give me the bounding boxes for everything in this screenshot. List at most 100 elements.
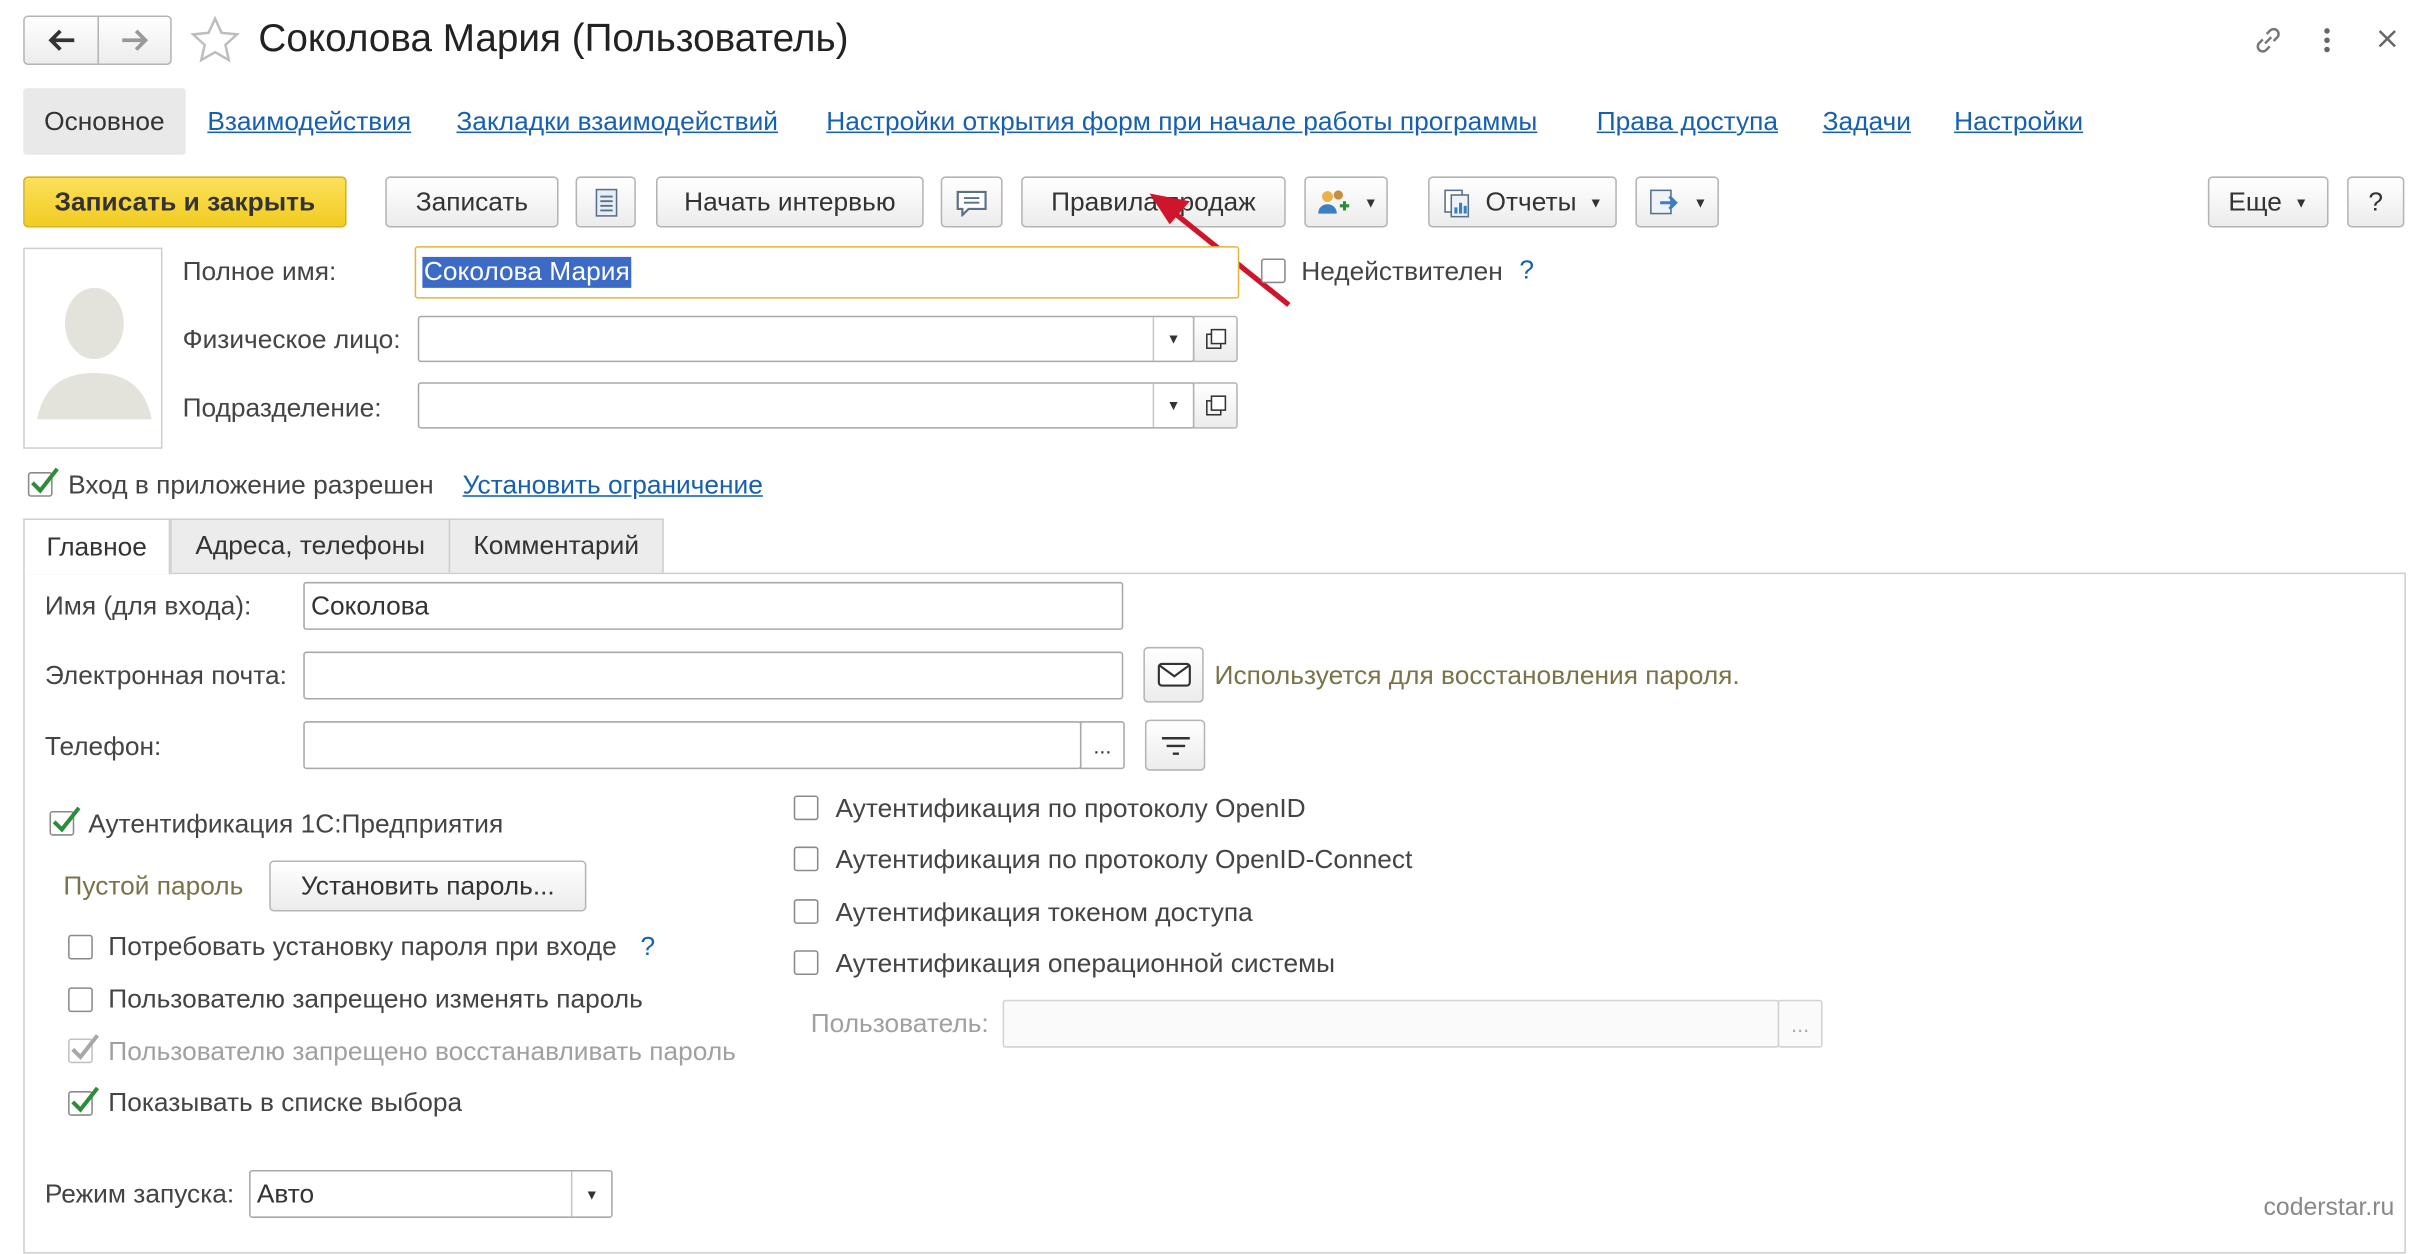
auth-token-label: Аутентификация токеном доступа — [835, 897, 1253, 928]
department-open-button[interactable] — [1192, 382, 1238, 429]
login-allowed-label: Вход в приложение разрешен — [68, 470, 434, 500]
auth-openid-checkbox[interactable] — [793, 795, 819, 821]
person-field[interactable]: ▼ — [417, 315, 1195, 363]
back-button[interactable] — [23, 15, 100, 65]
os-user-ellipsis: ... — [1791, 1011, 1810, 1037]
check-icon — [71, 1034, 100, 1061]
tab-interactions[interactable]: Взаимодействия — [207, 107, 411, 138]
save-button[interactable]: Записать — [385, 176, 559, 228]
auth-openid-connect-checkbox[interactable] — [793, 846, 819, 872]
person-open-button[interactable] — [1192, 315, 1238, 363]
auth-openid-label: Аутентификация по протоколу OpenID — [835, 793, 1306, 824]
inactive-label: Недействителен — [1301, 256, 1503, 287]
save-and-close-button[interactable]: Записать и закрыть — [23, 176, 347, 228]
check-icon — [52, 806, 81, 833]
department-field[interactable]: ▼ — [417, 382, 1195, 429]
reports-icon — [1444, 188, 1470, 217]
chevron-down-icon[interactable]: ▼ — [1152, 317, 1193, 361]
help-label: ? — [2368, 186, 2384, 216]
list-icon — [594, 188, 617, 216]
phone-select-button[interactable]: ... — [1079, 721, 1125, 770]
email-hint: Используется для восстановления пароля. — [1214, 660, 1740, 691]
list-button[interactable] — [575, 176, 636, 228]
full-name-field[interactable]: Соколова Мария — [414, 246, 1240, 299]
os-user-label: Пользователь: — [810, 1009, 989, 1039]
auth-token-checkbox[interactable] — [793, 899, 819, 924]
os-user-select-button: ... — [1777, 999, 1823, 1048]
deny-restore-label: Пользователю запрещено восстанавливать п… — [108, 1036, 736, 1067]
more-button[interactable]: Еще ▼ — [2207, 176, 2329, 228]
export-button[interactable]: ▼ — [1635, 176, 1719, 228]
deny-restore-checkbox — [68, 1034, 100, 1064]
show-in-list-label: Показывать в списке выбора — [108, 1087, 463, 1118]
export-icon — [1649, 188, 1678, 214]
avatar-icon — [37, 287, 152, 420]
favorite-star[interactable] — [190, 15, 240, 65]
link-icon[interactable] — [2251, 23, 2285, 65]
chevron-down-icon: ▼ — [1588, 194, 1603, 210]
help-button[interactable]: ? — [2347, 176, 2405, 228]
show-in-list-checkbox[interactable] — [68, 1086, 100, 1116]
tab-form-open-settings[interactable]: Настройки открытия форм при начале работ… — [826, 107, 1537, 138]
deny-change-label: Пользователю запрещено изменять пароль — [108, 984, 643, 1014]
email-label: Электронная почта: — [44, 660, 287, 691]
tab-label: Основное — [44, 106, 165, 136]
tab-interaction-bookmarks[interactable]: Закладки взаимодействий — [456, 107, 778, 138]
window-title: Соколова Мария (Пользователь) — [258, 17, 849, 61]
forward-button[interactable] — [97, 15, 172, 65]
require-password-help[interactable]: ? — [641, 932, 656, 963]
email-field[interactable] — [303, 651, 1124, 700]
tab-main[interactable]: Главное — [23, 518, 171, 575]
phone-field[interactable] — [303, 721, 1082, 770]
star-icon — [190, 15, 240, 63]
require-password-checkbox[interactable] — [68, 934, 93, 960]
tab-main-label: Главное — [46, 531, 147, 562]
launch-mode-select[interactable]: Авто ▼ — [249, 1169, 613, 1218]
login-name-field[interactable]: Соколова — [303, 581, 1124, 630]
open-icon — [1205, 395, 1226, 416]
check-icon — [71, 1086, 100, 1113]
chevron-down-icon[interactable]: ▼ — [1152, 383, 1193, 428]
more-vert-icon[interactable] — [2316, 23, 2338, 65]
reports-button[interactable]: Отчеты ▼ — [1428, 176, 1617, 228]
deny-change-checkbox[interactable] — [68, 987, 93, 1013]
more-label: Еще — [2228, 186, 2282, 216]
send-email-button[interactable] — [1143, 646, 1204, 703]
set-password-button[interactable]: Установить пароль... — [269, 860, 587, 912]
os-user-field — [1002, 999, 1780, 1048]
auth-1c-label: Аутентификация 1С:Предприятия — [88, 809, 504, 839]
reports-label: Отчеты — [1485, 186, 1577, 216]
tab-addresses[interactable]: Адреса, телефоны — [170, 518, 451, 573]
inactive-help[interactable]: ? — [1519, 255, 1534, 286]
start-interview-button[interactable]: Начать интервью — [656, 176, 924, 228]
avatar[interactable] — [23, 247, 163, 449]
start-interview-label: Начать интервью — [684, 186, 896, 216]
chevron-down-icon: ▼ — [2294, 194, 2309, 210]
comment-button[interactable] — [940, 176, 1003, 228]
set-password-label: Установить пароль... — [300, 870, 555, 900]
tab-comment[interactable]: Комментарий — [448, 518, 664, 573]
tab-settings[interactable]: Настройки — [1954, 107, 2083, 138]
full-name-label: Полное имя: — [182, 256, 337, 287]
forward-arrow-icon — [122, 29, 149, 51]
chevron-down-icon[interactable]: ▼ — [570, 1171, 611, 1217]
auth-openid-connect-label: Аутентификация по протоколу OpenID-Conne… — [835, 844, 1413, 875]
auth-os-checkbox[interactable] — [793, 950, 819, 975]
login-allowed-checkbox[interactable] — [27, 467, 59, 497]
tab-tasks[interactable]: Задачи — [1823, 107, 1911, 138]
comment-icon — [956, 190, 987, 216]
close-icon[interactable] — [2375, 26, 2400, 58]
department-label: Подразделение: — [182, 393, 382, 423]
tab-osnovnoe[interactable]: Основное — [23, 88, 186, 155]
set-restriction-link[interactable]: Установить ограничение — [463, 470, 763, 501]
check-icon — [31, 467, 59, 494]
inactive-checkbox[interactable] — [1260, 258, 1286, 284]
launch-mode-value: Авто — [256, 1178, 315, 1208]
auth-1c-checkbox[interactable] — [49, 806, 81, 836]
users-add-button[interactable]: ▼ — [1304, 176, 1388, 228]
chevron-down-icon: ▼ — [1363, 194, 1378, 210]
require-password-label: Потребовать установку пароля при входе — [108, 931, 617, 962]
phone-filter-button[interactable] — [1144, 719, 1206, 771]
tab-access-rights[interactable]: Права доступа — [1597, 107, 1778, 138]
save-label: Записать — [415, 186, 529, 216]
